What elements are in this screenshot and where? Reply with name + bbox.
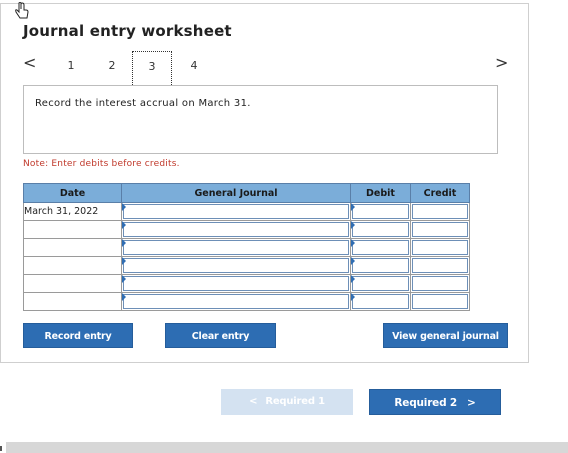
debit-input[interactable] (352, 294, 409, 309)
required-2-button[interactable]: Required 2 > (369, 389, 501, 415)
table-row (23, 274, 470, 293)
chevron-left-icon: < (249, 396, 258, 407)
journal-input[interactable] (123, 204, 349, 219)
credit-cell[interactable] (410, 202, 470, 221)
debit-cell[interactable] (350, 202, 411, 221)
scrollbar-marker (0, 446, 2, 451)
required-2-label: Required 2 (394, 397, 457, 409)
credit-cell[interactable] (410, 256, 470, 275)
header-general-journal: General Journal (121, 183, 351, 203)
instruction-text: Record the interest accrual on March 31. (35, 98, 251, 109)
journal-input[interactable] (123, 222, 349, 237)
debit-input[interactable] (352, 276, 409, 291)
credit-input[interactable] (412, 276, 468, 291)
dropdown-marker-icon (351, 257, 355, 265)
dropdown-marker-icon (351, 293, 355, 301)
dropdown-marker-icon (122, 275, 126, 283)
journal-cell[interactable] (121, 202, 351, 221)
journal-cell[interactable] (121, 274, 351, 293)
date-cell (23, 220, 122, 239)
debit-input[interactable] (352, 204, 409, 219)
credit-cell[interactable] (410, 292, 470, 311)
debit-cell[interactable] (350, 220, 411, 239)
dropdown-marker-icon (122, 221, 126, 229)
date-cell (23, 292, 122, 311)
required-1-label: Required 1 (265, 396, 325, 407)
journal-cell[interactable] (121, 220, 351, 239)
dropdown-marker-icon (122, 239, 126, 247)
credit-input[interactable] (412, 294, 468, 309)
clear-entry-button[interactable]: Clear entry (165, 323, 276, 348)
tab-3[interactable]: 3 (132, 51, 172, 85)
debit-cell[interactable] (350, 238, 411, 257)
credit-input[interactable] (412, 222, 468, 237)
table-row: March 31, 2022 (23, 202, 470, 221)
header-credit: Credit (410, 183, 470, 203)
credit-cell[interactable] (410, 238, 470, 257)
record-entry-button[interactable]: Record entry (23, 323, 133, 348)
dropdown-marker-icon (122, 293, 126, 301)
chevron-right-icon: > (466, 397, 476, 409)
debit-cell[interactable] (350, 274, 411, 293)
dropdown-marker-icon (351, 203, 355, 211)
table-row (23, 292, 470, 311)
table-row (23, 238, 470, 257)
table-row (23, 256, 470, 275)
horizontal-scrollbar[interactable] (6, 442, 568, 453)
date-cell (23, 274, 122, 293)
note-text: Note: Enter debits before credits. (23, 159, 180, 169)
tab-1[interactable]: 1 (51, 51, 91, 85)
instruction-box: Record the interest accrual on March 31. (23, 85, 498, 154)
credit-input[interactable] (412, 204, 468, 219)
credit-cell[interactable] (410, 220, 470, 239)
chevron-left-icon[interactable]: < (23, 55, 36, 71)
dropdown-marker-icon (351, 239, 355, 247)
debit-cell[interactable] (350, 292, 411, 311)
date-cell (23, 256, 122, 275)
credit-cell[interactable] (410, 274, 470, 293)
page-title: Journal entry worksheet (23, 22, 232, 40)
table-row (23, 220, 470, 239)
journal-input[interactable] (123, 258, 349, 273)
required-1-button[interactable]: < Required 1 (221, 389, 353, 415)
header-date: Date (23, 183, 122, 203)
dropdown-marker-icon (351, 221, 355, 229)
hand-pointer-icon (15, 2, 29, 19)
date-cell (23, 238, 122, 257)
header-debit: Debit (350, 183, 411, 203)
worksheet-panel: Journal entry worksheet < 1 2 3 4 > Reco… (0, 2, 529, 363)
tab-4[interactable]: 4 (174, 51, 214, 85)
tab-2[interactable]: 2 (92, 51, 132, 85)
journal-cell[interactable] (121, 292, 351, 311)
debit-input[interactable] (352, 240, 409, 255)
credit-input[interactable] (412, 258, 468, 273)
journal-cell[interactable] (121, 256, 351, 275)
journal-cell[interactable] (121, 238, 351, 257)
view-general-journal-button[interactable]: View general journal (383, 323, 508, 348)
dropdown-marker-icon (351, 275, 355, 283)
dropdown-marker-icon (122, 257, 126, 265)
journal-input[interactable] (123, 294, 349, 309)
debit-cell[interactable] (350, 256, 411, 275)
dropdown-marker-icon (122, 203, 126, 211)
journal-input[interactable] (123, 276, 349, 291)
table-header-row: Date General Journal Debit Credit (23, 183, 470, 203)
debit-input[interactable] (352, 258, 409, 273)
chevron-right-icon[interactable]: > (495, 55, 508, 71)
credit-input[interactable] (412, 240, 468, 255)
journal-table: Date General Journal Debit Credit March … (23, 183, 470, 311)
debit-input[interactable] (352, 222, 409, 237)
journal-input[interactable] (123, 240, 349, 255)
date-cell: March 31, 2022 (23, 202, 122, 221)
